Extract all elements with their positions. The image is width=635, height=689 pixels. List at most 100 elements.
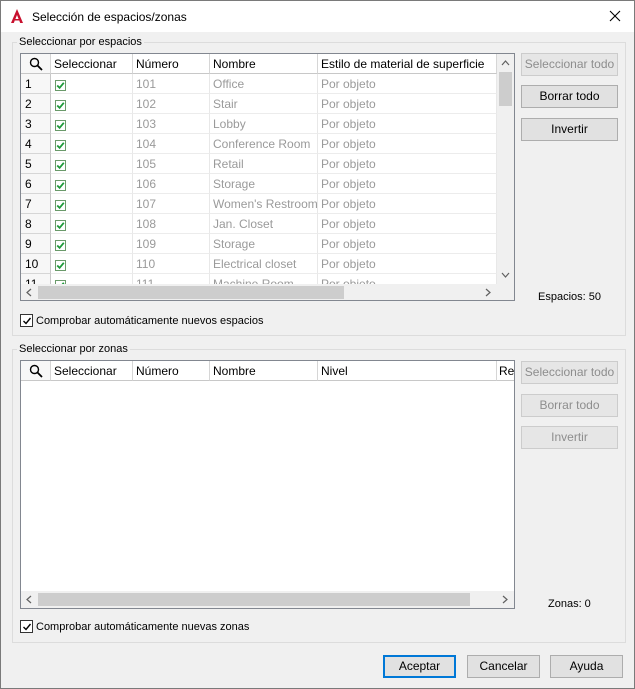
spaces-vertical-scrollbar[interactable] (497, 54, 514, 284)
row-select-checkbox[interactable] (55, 179, 66, 191)
zones-auto-check-checkbox[interactable] (20, 620, 33, 633)
row-material-style-value: Por objeto (318, 114, 497, 134)
row-material-style-value: Por objeto (318, 154, 497, 174)
checkmark-icon (56, 241, 65, 249)
row-select-cell[interactable] (51, 214, 133, 234)
zones-column-header-truncated[interactable]: Re (497, 361, 514, 381)
table-row[interactable]: 10 110 Electrical closet Por objeto (21, 254, 497, 274)
table-row[interactable]: 2 102 Stair Por objeto (21, 94, 497, 114)
row-select-checkbox[interactable] (55, 79, 66, 91)
table-row[interactable]: 8 108 Jan. Closet Por objeto (21, 214, 497, 234)
row-name-value: Storage (210, 174, 318, 194)
row-select-cell[interactable] (51, 134, 133, 154)
row-number[interactable]: 8 (21, 214, 51, 234)
row-select-checkbox[interactable] (55, 119, 66, 131)
scroll-right-icon[interactable] (502, 595, 508, 604)
row-select-checkbox[interactable] (55, 199, 66, 211)
grid-search-button[interactable] (21, 54, 51, 74)
row-select-cell[interactable] (51, 274, 133, 284)
zones-column-header-select[interactable]: Seleccionar (51, 361, 133, 381)
row-select-cell[interactable] (51, 234, 133, 254)
row-number-value: 105 (133, 154, 210, 174)
scroll-left-icon[interactable] (26, 595, 32, 604)
row-select-cell[interactable] (51, 94, 133, 114)
dialog-window: Selección de espacios/zonas Seleccionar … (0, 0, 635, 689)
zones-select-all-button[interactable]: Seleccionar todo (521, 361, 618, 384)
row-number[interactable]: 1 (21, 74, 51, 94)
row-number[interactable]: 2 (21, 94, 51, 114)
checkmark-icon (56, 221, 65, 229)
zones-group-label: Seleccionar por zonas (17, 343, 130, 355)
table-row[interactable]: 7 107 Women's Restroom Por objeto (21, 194, 497, 214)
row-name-value: Women's Restroom (210, 194, 318, 214)
search-icon (29, 364, 43, 378)
row-material-style-value: Por objeto (318, 214, 497, 234)
table-row[interactable]: 9 109 Storage Por objeto (21, 234, 497, 254)
row-number[interactable]: 9 (21, 234, 51, 254)
table-row[interactable]: 6 106 Storage Por objeto (21, 174, 497, 194)
spaces-hscroll-thumb[interactable] (38, 286, 344, 299)
help-button[interactable]: Ayuda (550, 655, 623, 678)
scroll-left-icon[interactable] (26, 288, 32, 297)
spaces-vscroll-thumb[interactable] (499, 72, 512, 106)
table-row[interactable]: 1 101 Office Por objeto (21, 74, 497, 94)
column-header-number[interactable]: Número (133, 54, 210, 74)
column-header-name[interactable]: Nombre (210, 54, 318, 74)
row-number[interactable]: 6 (21, 174, 51, 194)
row-number[interactable]: 5 (21, 154, 51, 174)
row-number[interactable]: 10 (21, 254, 51, 274)
checkmark-icon (22, 623, 31, 631)
column-header-select[interactable]: Seleccionar (51, 54, 133, 74)
spaces-horizontal-scrollbar[interactable] (21, 284, 497, 300)
row-number[interactable]: 4 (21, 134, 51, 154)
spaces-clear-all-button[interactable]: Borrar todo (521, 85, 618, 108)
ok-button[interactable]: Aceptar (383, 655, 456, 678)
cancel-button[interactable]: Cancelar (467, 655, 540, 678)
row-select-cell[interactable] (51, 174, 133, 194)
zones-grid[interactable]: Seleccionar Número Nombre Nivel Re (20, 360, 515, 609)
zones-hscroll-thumb[interactable] (38, 593, 470, 606)
spaces-invert-button[interactable]: Invertir (521, 118, 618, 141)
table-row[interactable]: 3 103 Lobby Por objeto (21, 114, 497, 134)
zones-horizontal-scrollbar[interactable] (21, 591, 514, 608)
spaces-grid[interactable]: Seleccionar Número Nombre Estilo de mate… (20, 53, 515, 301)
zones-column-header-level[interactable]: Nivel (318, 361, 497, 381)
zones-clear-all-button[interactable]: Borrar todo (521, 394, 618, 417)
row-select-cell[interactable] (51, 254, 133, 274)
scroll-right-icon[interactable] (485, 288, 491, 297)
row-select-cell[interactable] (51, 74, 133, 94)
spaces-auto-check-row[interactable]: Comprobar automáticamente nuevos espacio… (20, 314, 263, 327)
row-select-cell[interactable] (51, 194, 133, 214)
row-number[interactable]: 11 (21, 274, 51, 284)
scroll-down-icon[interactable] (501, 272, 510, 278)
row-select-cell[interactable] (51, 154, 133, 174)
row-select-checkbox[interactable] (55, 239, 66, 251)
zones-grid-search-button[interactable] (21, 361, 51, 381)
zones-column-header-number[interactable]: Número (133, 361, 210, 381)
row-select-checkbox[interactable] (55, 219, 66, 231)
spaces-auto-check-checkbox[interactable] (20, 314, 33, 327)
row-select-checkbox[interactable] (55, 139, 66, 151)
table-row[interactable]: 5 105 Retail Por objeto (21, 154, 497, 174)
row-name-value: Office (210, 74, 318, 94)
scroll-up-icon[interactable] (501, 60, 510, 66)
spaces-select-all-button[interactable]: Seleccionar todo (521, 53, 618, 76)
zones-count: Zonas: 0 (548, 598, 591, 610)
row-select-checkbox[interactable] (55, 159, 66, 171)
close-button[interactable] (602, 4, 628, 28)
search-icon (29, 57, 43, 71)
zones-invert-button[interactable]: Invertir (521, 426, 618, 449)
row-name-value: Jan. Closet (210, 214, 318, 234)
row-select-cell[interactable] (51, 114, 133, 134)
row-select-checkbox[interactable] (55, 99, 66, 111)
zones-column-header-name[interactable]: Nombre (210, 361, 318, 381)
row-number[interactable]: 3 (21, 114, 51, 134)
row-select-checkbox[interactable] (55, 259, 66, 271)
row-number[interactable]: 7 (21, 194, 51, 214)
table-row[interactable]: 11 111 Machine Room Por objeto (21, 274, 497, 284)
zones-auto-check-row[interactable]: Comprobar automáticamente nuevas zonas (20, 620, 249, 633)
column-header-material-style[interactable]: Estilo de material de superficie (318, 54, 497, 74)
table-row[interactable]: 4 104 Conference Room Por objeto (21, 134, 497, 154)
window-title: Selección de espacios/zonas (32, 10, 187, 24)
row-material-style-value: Por objeto (318, 234, 497, 254)
